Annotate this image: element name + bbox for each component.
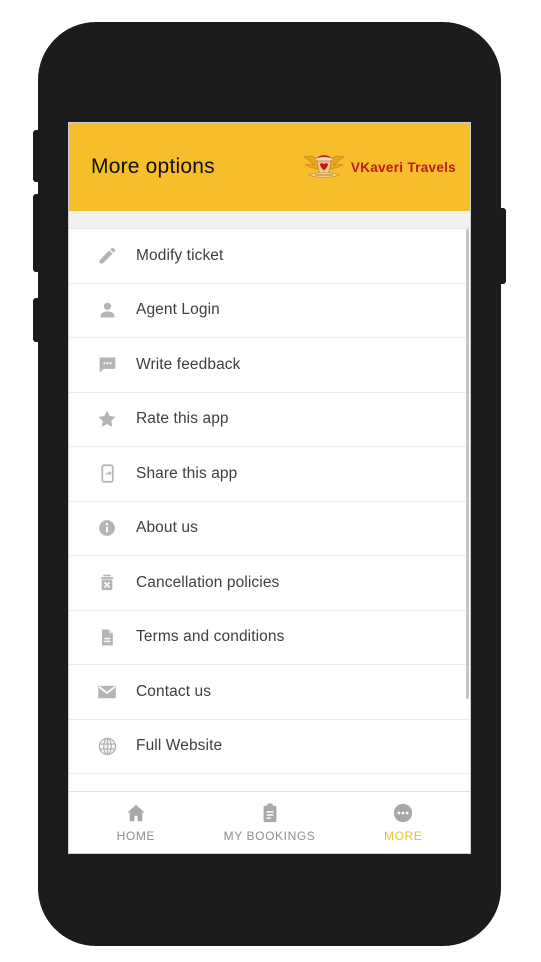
menu-item-full-website[interactable]: Full Website (69, 719, 470, 774)
menu-item-terms-and-conditions[interactable]: Terms and conditions (69, 610, 470, 665)
menu-item-label: Write feedback (136, 355, 241, 373)
more-options-list: Modify ticket Agent Login Write feedback… (69, 229, 470, 774)
menu-item-label: Full Website (136, 737, 223, 755)
menu-item-label: Contact us (136, 682, 212, 700)
envelope-icon (95, 680, 119, 704)
app-header: More options VKaveri Travels (69, 123, 470, 211)
phone-frame: More options VKaveri Travels Modify tick… (33, 22, 506, 946)
volume-down-button[interactable] (33, 194, 41, 272)
mute-switch[interactable] (33, 298, 41, 342)
menu-item-label: Terms and conditions (136, 628, 285, 646)
info-circle-icon (95, 516, 119, 540)
nav-item-home[interactable]: HOME (69, 792, 203, 853)
pencil-icon (95, 244, 119, 268)
brand-name: VKaveri Travels (350, 159, 456, 175)
menu-item-cancellation-policies[interactable]: Cancellation policies (69, 556, 470, 611)
power-button[interactable] (498, 208, 506, 284)
menu-item-modify-ticket[interactable]: Modify ticket (69, 229, 470, 284)
nav-item-more[interactable]: MORE (336, 792, 470, 853)
nav-item-my-bookings[interactable]: MY BOOKINGS (203, 792, 337, 853)
brand-logo: VKaveri Travels (302, 151, 462, 183)
menu-item-about-us[interactable]: About us (69, 501, 470, 556)
menu-item-label: Share this app (136, 464, 238, 482)
menu-item-rate-this-app[interactable]: Rate this app (69, 392, 470, 447)
more-dots-icon (392, 802, 414, 824)
nav-item-label: HOME (116, 829, 156, 843)
trash-x-icon (95, 571, 119, 595)
nav-item-label: MY BOOKINGS (223, 829, 316, 843)
phone-screen: More options VKaveri Travels Modify tick… (68, 122, 471, 854)
person-icon (95, 298, 119, 322)
clipboard-icon (259, 802, 281, 824)
chat-bubble-icon (95, 353, 119, 377)
winged-emblem-icon (302, 151, 346, 183)
page-title: More options (91, 155, 215, 178)
phone-share-icon (95, 462, 119, 486)
menu-item-label: About us (136, 519, 198, 537)
list-scrollbar[interactable] (466, 229, 469, 699)
menu-item-label: Agent Login (136, 301, 220, 319)
menu-item-share-this-app[interactable]: Share this app (69, 447, 470, 502)
header-divider-strip (69, 211, 470, 229)
menu-item-label: Rate this app (136, 410, 229, 428)
document-icon (95, 625, 119, 649)
home-icon (125, 802, 147, 824)
volume-up-button[interactable] (33, 130, 41, 182)
menu-item-contact-us[interactable]: Contact us (69, 665, 470, 720)
menu-item-label: Cancellation policies (136, 573, 280, 591)
menu-item-write-feedback[interactable]: Write feedback (69, 338, 470, 393)
menu-item-agent-login[interactable]: Agent Login (69, 283, 470, 338)
menu-item-label: Modify ticket (136, 246, 224, 264)
nav-item-label: MORE (383, 829, 423, 843)
bottom-navigation-bar: HOME MY BOOKINGS MORE (69, 791, 470, 853)
star-icon (95, 407, 119, 431)
globe-icon (95, 734, 119, 758)
